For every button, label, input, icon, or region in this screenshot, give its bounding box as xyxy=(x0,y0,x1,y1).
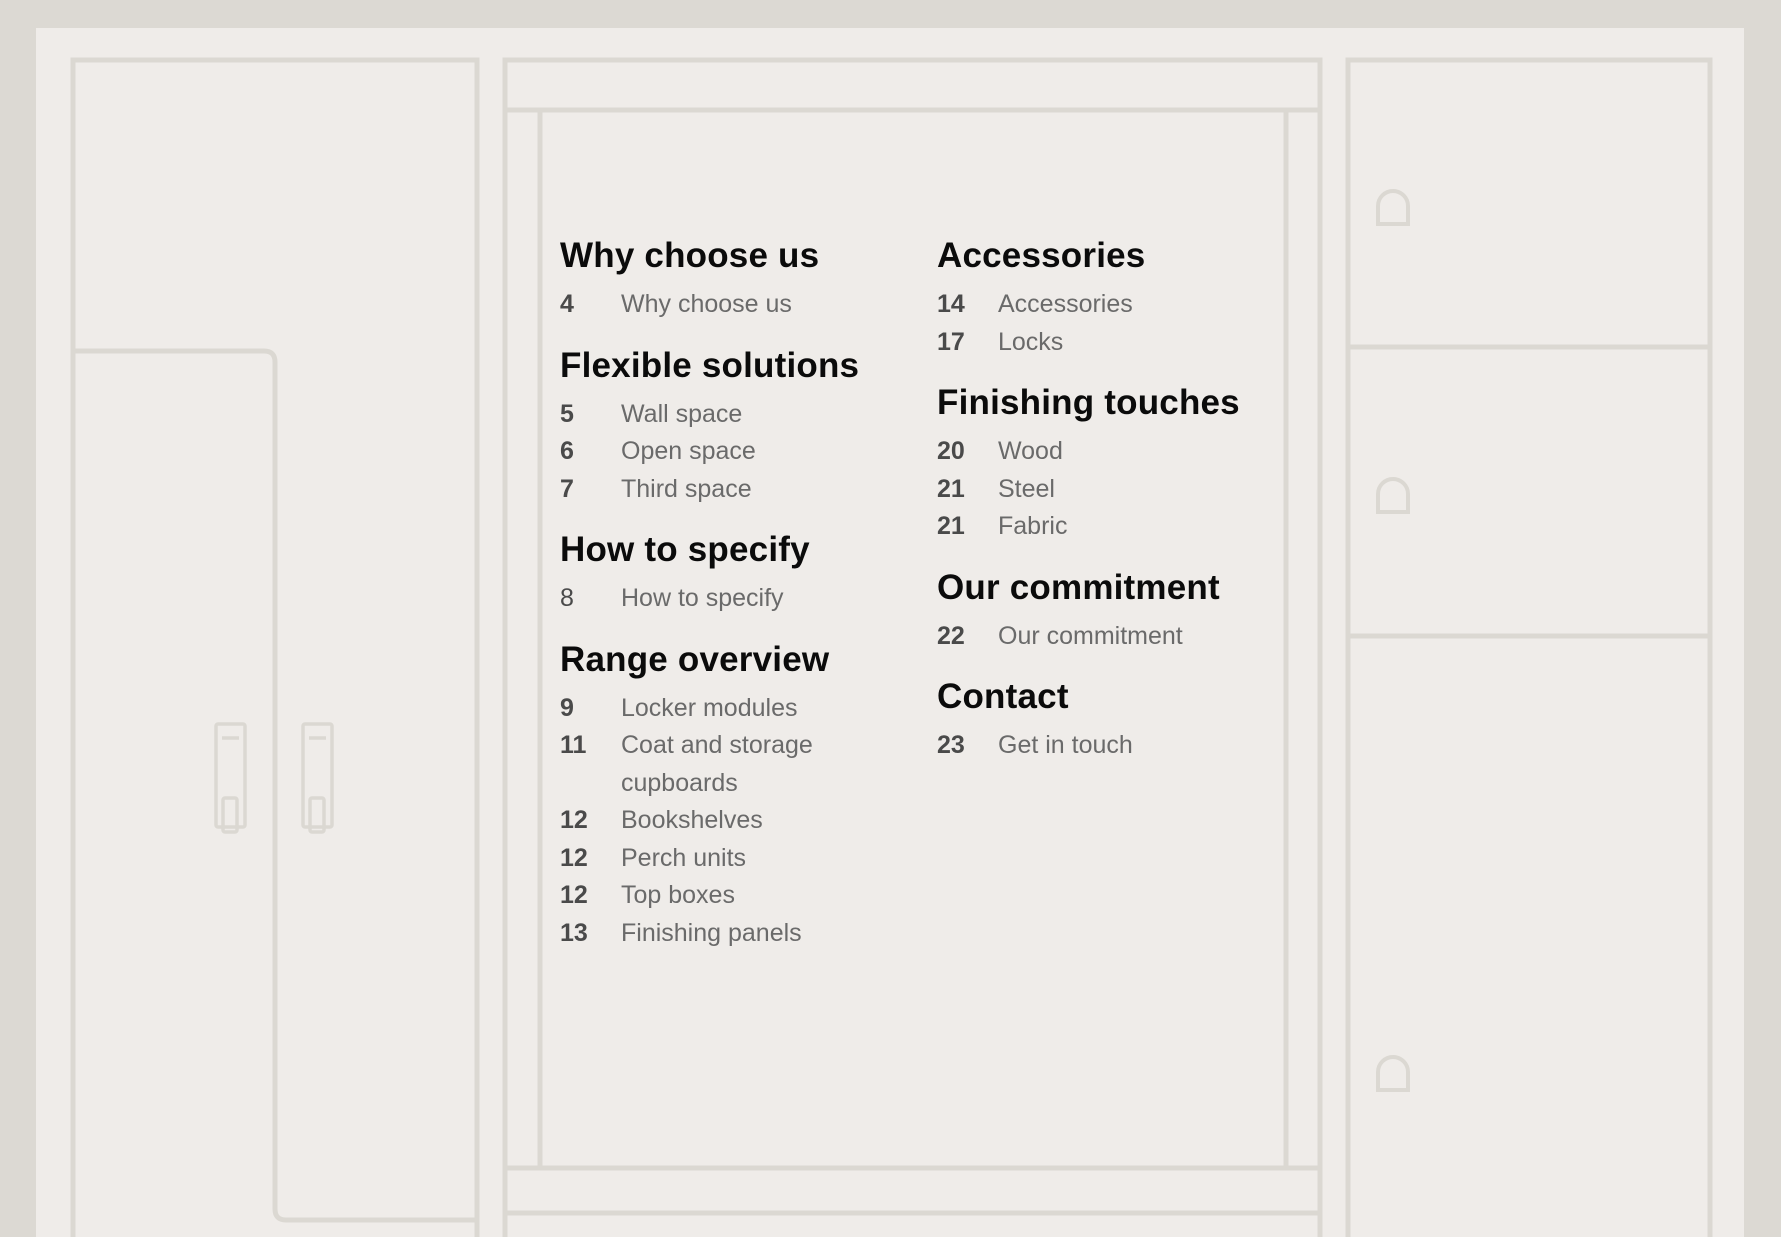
entry-label: Coat and storage cupboards xyxy=(621,731,813,797)
entry-label: Fabric xyxy=(998,512,1068,540)
page-number: 12 xyxy=(560,881,588,909)
page-number: 14 xyxy=(937,290,965,318)
page-number: 21 xyxy=(937,512,965,540)
entry-label: Wall space xyxy=(621,399,743,428)
page-number: 11 xyxy=(560,731,587,759)
page-number: 6 xyxy=(560,437,574,465)
toc-entry[interactable]: 6 Open space xyxy=(560,433,900,471)
toc-entry[interactable]: 20 Wood xyxy=(937,433,1277,471)
toc-entry[interactable]: 23 Get in touch xyxy=(937,727,1277,765)
toc-entry[interactable]: 17 Locks xyxy=(937,324,1277,362)
page-number: 13 xyxy=(560,918,588,947)
page-number: 23 xyxy=(937,731,965,759)
toc-section: Our commitment 22 Our commitment xyxy=(937,568,1277,656)
entry-label: Finishing panels xyxy=(621,918,802,947)
lock-icon xyxy=(1376,477,1410,514)
toc-entry[interactable]: 12 Bookshelves xyxy=(560,802,900,840)
section-heading: Why choose us xyxy=(560,236,820,275)
entry-label: Our commitment xyxy=(998,621,1183,650)
toc-entry[interactable]: 5 Wall space xyxy=(560,396,900,434)
entry-label: Steel xyxy=(998,474,1055,503)
entry-label: Third space xyxy=(621,474,752,503)
page-number: 7 xyxy=(560,474,574,503)
page-number: 12 xyxy=(560,843,588,872)
page-number: 9 xyxy=(560,693,574,722)
page-number: 20 xyxy=(937,437,965,465)
toc-section: Finishing touches 20 Wood 21 Steel 21 Fabri… xyxy=(937,383,1277,546)
toc-section: Flexible solutions 5 Wall space 6 Open spa… xyxy=(560,346,900,509)
left-cupboard-door xyxy=(73,348,477,1223)
toc-entry[interactable]: 8 How to specify xyxy=(560,580,900,618)
door-handle-icon xyxy=(301,722,334,834)
section-heading: Our commitment xyxy=(937,567,1220,607)
section-heading: Accessories xyxy=(937,236,1146,275)
entry-label: Get in touch xyxy=(998,731,1133,759)
entry-label: Top boxes xyxy=(621,881,735,909)
toc-section: Range overview 9 Locker modules 11 Coat an… xyxy=(560,640,900,953)
toc-column-1: Why choose us 4 Why choose us Flexible so… xyxy=(560,236,900,974)
page-number: 21 xyxy=(937,474,965,503)
page-number: 12 xyxy=(560,806,588,834)
toc-entry[interactable]: 11 Coat and storage cupboards xyxy=(560,727,900,802)
page-number: 5 xyxy=(560,399,574,428)
page-number: 4 xyxy=(560,290,574,318)
toc-entry[interactable]: 22 Our commitment xyxy=(937,618,1277,656)
entry-label: Bookshelves xyxy=(621,806,763,834)
page-number: 8 xyxy=(560,584,574,612)
section-heading: Contact xyxy=(937,677,1069,716)
toc-entry[interactable]: 21 Steel xyxy=(937,471,1277,509)
section-heading: Range overview xyxy=(560,639,830,679)
toc-entry[interactable]: 12 Top boxes xyxy=(560,877,900,915)
entry-label: Wood xyxy=(998,437,1063,465)
entry-label: Locks xyxy=(998,327,1064,356)
entry-label: How to specify xyxy=(621,584,784,612)
door-handle-icon xyxy=(214,722,247,834)
toc-entry[interactable]: 7 Third space xyxy=(560,471,900,509)
entry-label: Accessories xyxy=(998,290,1133,318)
toc-section: Why choose us 4 Why choose us xyxy=(560,236,900,324)
page-number: 17 xyxy=(937,327,965,356)
entry-label: Open space xyxy=(621,437,756,465)
toc-entry[interactable]: 4 Why choose us xyxy=(560,286,900,324)
toc-entry[interactable]: 21 Fabric xyxy=(937,508,1277,546)
section-heading: How to specify xyxy=(560,530,810,569)
lock-icon xyxy=(1376,1055,1410,1092)
toc-column-2: Accessories 14 Accessories 17 Locks Finish… xyxy=(937,236,1277,787)
section-heading: Flexible solutions xyxy=(560,345,860,385)
toc-entry[interactable]: 9 Locker modules xyxy=(560,690,900,728)
toc-section: Contact 23 Get in touch xyxy=(937,677,1277,765)
entry-label: Perch units xyxy=(621,843,747,872)
toc-section: How to specify 8 How to specify xyxy=(560,530,900,618)
lock-icon xyxy=(1376,189,1410,226)
toc-entry[interactable]: 13 Finishing panels xyxy=(560,915,900,953)
entry-label: Why choose us xyxy=(621,290,792,318)
page-number: 22 xyxy=(937,621,965,650)
toc-entry[interactable]: 12 Perch units xyxy=(560,840,900,878)
section-heading: Finishing touches xyxy=(937,383,1240,422)
toc-entry[interactable]: 14 Accessories xyxy=(937,286,1277,324)
toc-section: Accessories 14 Accessories 17 Locks xyxy=(937,236,1277,361)
entry-label: Locker modules xyxy=(621,693,798,722)
